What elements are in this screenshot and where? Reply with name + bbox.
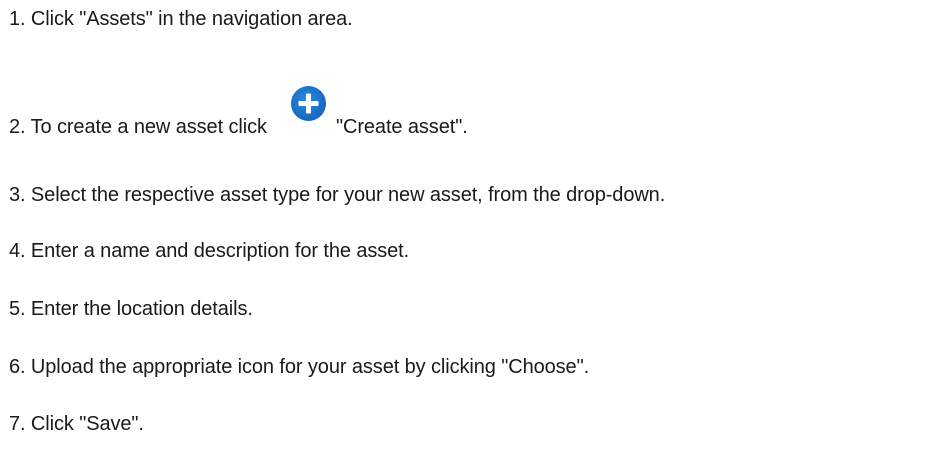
step-6: 6. Upload the appropriate icon for your … [9, 356, 590, 378]
instruction-steps: 1. Click "Assets" in the navigation area… [9, 0, 924, 454]
step-7: 7. Click "Save". [9, 413, 144, 435]
step-2: 2. To create a new asset click [9, 115, 267, 139]
step-5: 5. Enter the location details. [9, 298, 253, 320]
step-1: 1. Click "Assets" in the navigation area… [9, 8, 353, 30]
step-2-text-after: "Create asset". [336, 116, 468, 138]
plus-circle-icon [290, 85, 327, 122]
step-3: 3. Select the respective asset type for … [9, 184, 666, 206]
step-2-text-before: 2. To create a new asset click [9, 116, 267, 138]
step-4: 4. Enter a name and description for the … [9, 240, 410, 262]
